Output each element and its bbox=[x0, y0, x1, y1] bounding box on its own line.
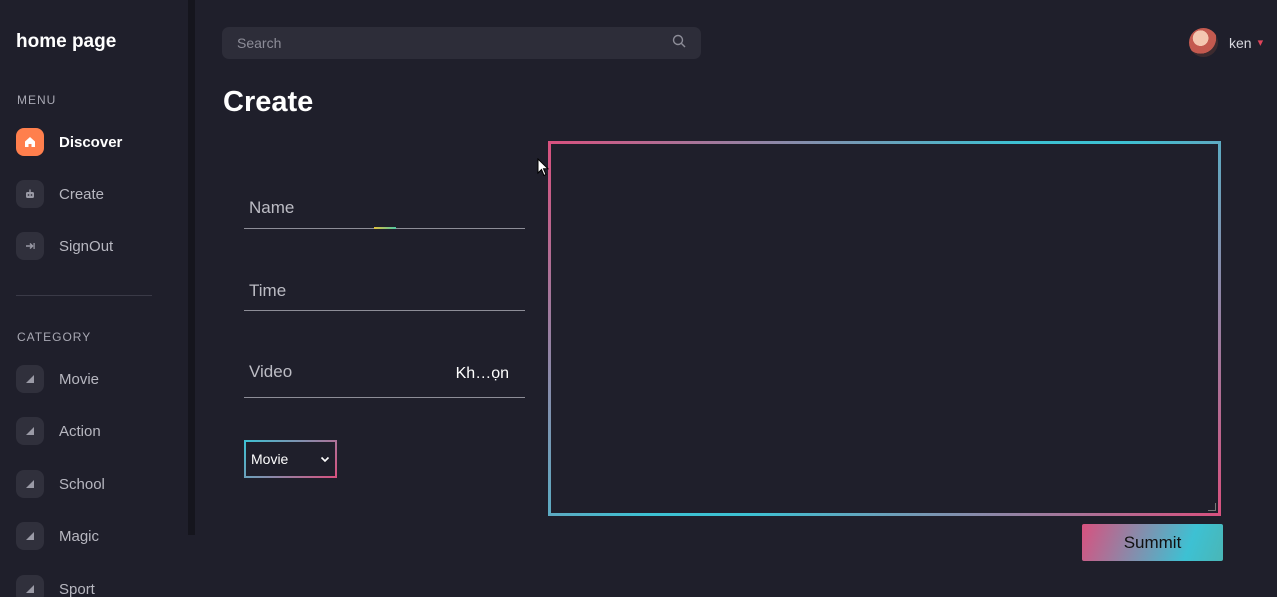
app-logo[interactable]: home page bbox=[16, 31, 116, 53]
sidebar-item-create[interactable]: Create bbox=[16, 180, 104, 208]
video-file-input[interactable]: Video Kh…ọn bbox=[244, 352, 525, 398]
sidebar-item-movie[interactable]: Movie bbox=[16, 365, 99, 393]
sidebar-divider bbox=[16, 295, 152, 296]
search-input[interactable] bbox=[237, 35, 672, 51]
user-name[interactable]: ken bbox=[1229, 35, 1252, 51]
sidebar-item-label: SignOut bbox=[59, 237, 114, 255]
triangle-icon bbox=[16, 417, 44, 445]
triangle-icon bbox=[16, 470, 44, 498]
triangle-icon bbox=[16, 522, 44, 550]
sidebar-scrollbar[interactable] bbox=[188, 0, 195, 535]
page-title: Create bbox=[223, 86, 314, 118]
signout-icon bbox=[16, 232, 44, 260]
sidebar-item-label: Sport bbox=[59, 580, 95, 597]
sidebar-item-label: Action bbox=[59, 422, 101, 440]
submit-button[interactable]: Summit bbox=[1082, 524, 1223, 561]
sidebar-item-label: Movie bbox=[59, 370, 100, 388]
sidebar-item-sport[interactable]: Sport bbox=[16, 575, 95, 597]
sidebar: home page MENU Discover Create SignOut C… bbox=[0, 0, 188, 597]
video-file-name[interactable]: Kh…ọn bbox=[456, 365, 509, 383]
triangle-icon bbox=[16, 575, 44, 597]
sidebar-item-discover[interactable]: Discover bbox=[16, 128, 122, 156]
category-section-label: CATEGORY bbox=[17, 330, 92, 344]
mouse-pointer-icon bbox=[537, 157, 550, 182]
sidebar-item-signout[interactable]: SignOut bbox=[16, 232, 113, 260]
menu-section-label: MENU bbox=[17, 93, 57, 107]
video-field-label: Video bbox=[249, 362, 293, 381]
chevron-down-icon[interactable]: ▾ bbox=[1258, 36, 1264, 49]
avatar[interactable] bbox=[1189, 28, 1218, 57]
search-bar[interactable] bbox=[222, 27, 701, 59]
sidebar-item-school[interactable]: School bbox=[16, 470, 105, 498]
sidebar-item-magic[interactable]: Magic bbox=[16, 522, 99, 550]
search-icon[interactable] bbox=[672, 34, 686, 53]
home-icon bbox=[16, 128, 44, 156]
time-field[interactable]: Time bbox=[244, 270, 525, 311]
user-menu[interactable]: ken ▾ bbox=[1189, 28, 1263, 57]
sidebar-item-label: Create bbox=[59, 185, 105, 203]
category-select[interactable]: Movie bbox=[244, 440, 337, 478]
resize-handle[interactable] bbox=[1208, 503, 1216, 511]
sidebar-item-label: Magic bbox=[59, 527, 100, 545]
sidebar-item-label: School bbox=[59, 475, 105, 493]
triangle-icon bbox=[16, 365, 44, 393]
robot-icon bbox=[16, 180, 44, 208]
sidebar-item-action[interactable]: Action bbox=[16, 417, 101, 445]
description-textarea[interactable] bbox=[548, 141, 1221, 516]
category-select-value: Movie bbox=[251, 451, 289, 467]
name-field-label: Name bbox=[249, 198, 295, 217]
chevron-down-icon bbox=[320, 450, 330, 468]
time-field-label: Time bbox=[249, 281, 287, 300]
focus-indicator bbox=[374, 227, 396, 229]
sidebar-item-label: Discover bbox=[59, 133, 123, 151]
name-field[interactable]: Name bbox=[244, 188, 525, 229]
